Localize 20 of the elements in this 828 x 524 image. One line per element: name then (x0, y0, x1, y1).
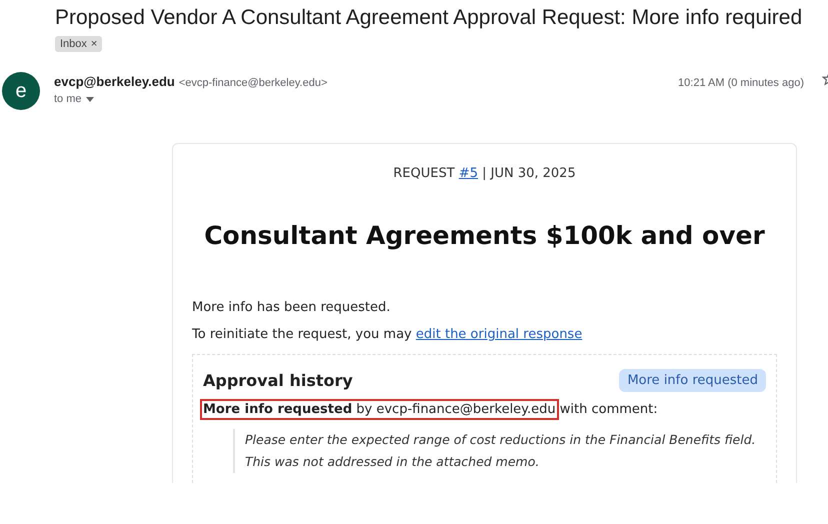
recipient-dropdown[interactable]: to me (54, 93, 828, 105)
caret-icon (86, 96, 94, 102)
request-link[interactable]: #5 (458, 166, 478, 181)
history-heading: Approval history (203, 371, 353, 390)
request-date: | JUN 30, 2025 (481, 166, 576, 181)
reinitiate-text: To reinitiate the request, you may (192, 327, 413, 342)
comment-quote: Please enter the expected range of cost reductions in the Financial Benefits field. This was not addressed in the attached memo. (233, 429, 766, 473)
sender-avatar: e (2, 72, 40, 110)
edit-response-link[interactable]: edit the original response (416, 327, 582, 342)
history-entry: More info requested by evcp-finance@berkeley.edu with comment: (203, 402, 766, 417)
inbox-label[interactable]: Inbox × (55, 36, 102, 52)
sender-name: evcp@berkeley.edu (54, 74, 175, 89)
remove-label-button[interactable]: × (90, 38, 98, 50)
email-subject: Proposed Vendor A Consultant Agreement Approval Request: More info required (55, 6, 804, 30)
card-title: Consultant Agreements $100k and over (203, 221, 766, 250)
request-label: REQUEST (393, 166, 456, 181)
email-time: 10:21 AM (0 minutes ago) (678, 77, 804, 89)
message-text: More info has been requested. (192, 300, 392, 315)
status-badge: More info requested (619, 369, 766, 392)
sender-address: <evcp-finance@berkeley.edu> (178, 77, 328, 89)
